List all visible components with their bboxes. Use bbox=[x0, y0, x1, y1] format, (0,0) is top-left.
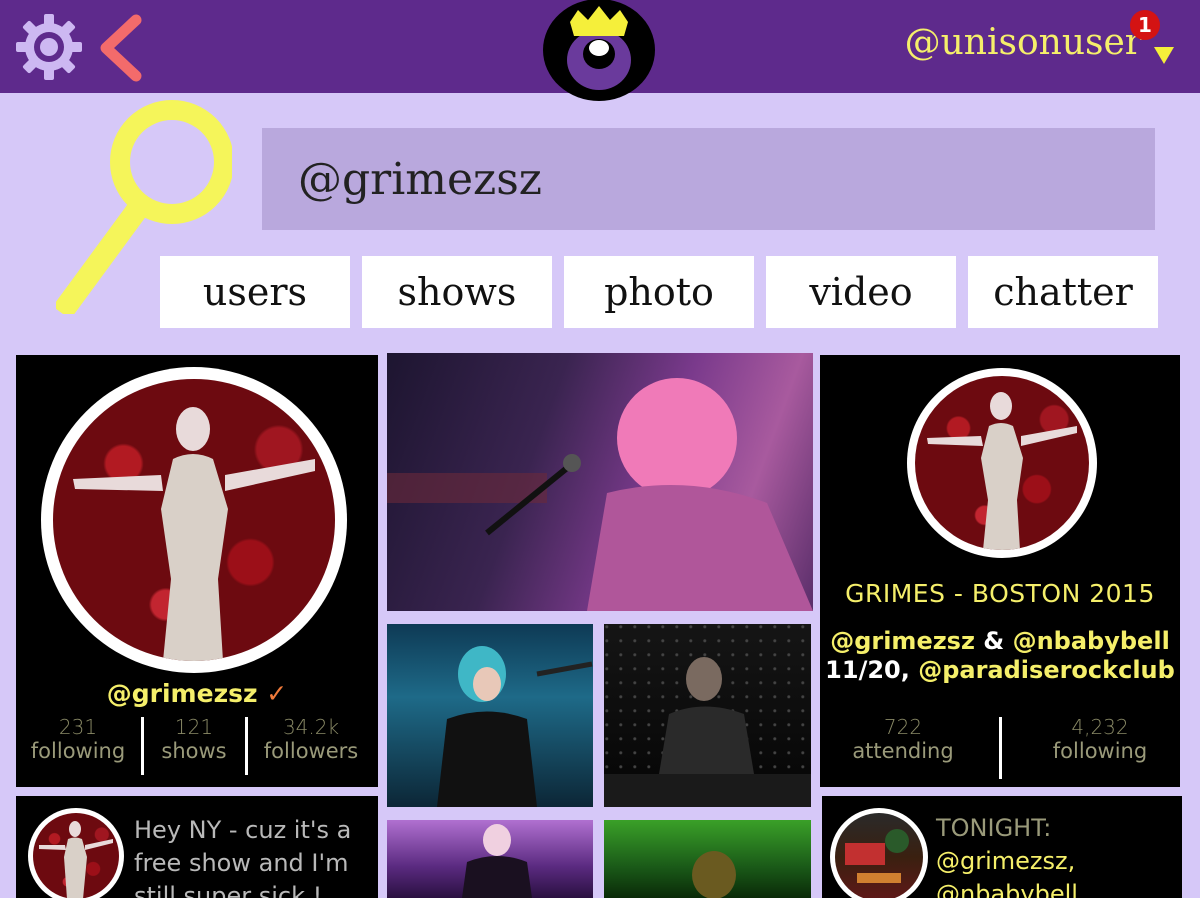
stat-event-following[interactable]: 4,232 following bbox=[1030, 715, 1170, 763]
event-card[interactable]: GRIMES - BOSTON 2015 @grimezsz & @nbabyb… bbox=[820, 355, 1180, 787]
photo-performance-3[interactable] bbox=[387, 820, 593, 898]
username-menu[interactable]: @unisonuser bbox=[905, 22, 1142, 63]
top-bar: @unisonuser 1 bbox=[0, 0, 1200, 101]
stat-label: attending bbox=[852, 739, 954, 763]
stat-label: following bbox=[1052, 739, 1148, 763]
profile-handle-row[interactable]: @grimezsz ✓ bbox=[16, 679, 378, 708]
photo-content bbox=[387, 378, 813, 611]
photo-content bbox=[604, 657, 811, 807]
tab-photo[interactable]: photo bbox=[564, 256, 754, 328]
user-profile-card[interactable]: @grimezsz ✓ 231 following 121 shows 34.2… bbox=[16, 355, 378, 787]
photo-content bbox=[692, 851, 736, 898]
search-query: @grimezsz bbox=[298, 153, 542, 205]
event-performers: @grimezsz & @nbabybell bbox=[820, 627, 1180, 655]
post-line: free show and I'm bbox=[134, 849, 349, 877]
post-text: TONIGHT: @grimezsz, @nbabybell bbox=[936, 812, 1078, 898]
tab-users[interactable]: users bbox=[160, 256, 350, 328]
stat-label: shows bbox=[161, 739, 227, 763]
photo-performance-2[interactable] bbox=[604, 624, 811, 807]
stat-value: 231 bbox=[58, 715, 98, 739]
avatar bbox=[53, 379, 335, 661]
search-input[interactable]: @grimezsz bbox=[262, 128, 1155, 230]
event-post-card[interactable]: TONIGHT: @grimezsz, @nbabybell bbox=[822, 796, 1182, 898]
photo-performance-large[interactable] bbox=[387, 353, 813, 611]
post-line-handle[interactable]: @nbabybell bbox=[936, 878, 1078, 898]
divider bbox=[245, 717, 248, 775]
photo-content bbox=[462, 824, 532, 898]
stat-label: followers bbox=[263, 739, 359, 763]
divider bbox=[999, 717, 1002, 779]
chatter-post-card[interactable]: Hey NY - cuz it's a free show and I'm st… bbox=[16, 796, 378, 898]
post-line-handle[interactable]: @grimezsz, bbox=[936, 845, 1078, 878]
post-line: still super sick ! bbox=[134, 882, 323, 898]
event-title[interactable]: GRIMES - BOSTON 2015 bbox=[820, 579, 1180, 608]
stat-label: following bbox=[30, 739, 126, 763]
photo-performance-4[interactable] bbox=[604, 820, 811, 898]
venue-sign bbox=[845, 829, 909, 883]
chevron-left-icon[interactable] bbox=[96, 12, 146, 82]
photo-content bbox=[437, 646, 593, 807]
stat-attending[interactable]: 722 attending bbox=[838, 715, 968, 763]
stat-value: 121 bbox=[174, 715, 214, 739]
post-line: Hey NY - cuz it's a bbox=[134, 816, 352, 844]
stat-shows[interactable]: 121 shows bbox=[148, 715, 240, 763]
venue-avatar bbox=[835, 813, 923, 898]
avatar-figure bbox=[39, 821, 113, 898]
tab-chatter[interactable]: chatter bbox=[968, 256, 1158, 328]
stat-value: 34.2k bbox=[282, 715, 340, 739]
gear-icon[interactable] bbox=[14, 12, 84, 82]
stat-value: 4,232 bbox=[1071, 715, 1129, 739]
event-avatar bbox=[915, 376, 1089, 550]
post-line: TONIGHT: bbox=[936, 814, 1052, 842]
ampersand: & bbox=[983, 627, 1005, 655]
verified-icon: ✓ bbox=[266, 679, 288, 708]
avatar-figure bbox=[927, 392, 1077, 550]
search-filter-tabs: users shows photo video chatter bbox=[160, 256, 1158, 328]
post-text: Hey NY - cuz it's a free show and I'm st… bbox=[134, 814, 351, 898]
avatar-figure bbox=[73, 407, 315, 661]
tab-video[interactable]: video bbox=[766, 256, 956, 328]
stat-value: 722 bbox=[883, 715, 923, 739]
stat-followers[interactable]: 34.2k followers bbox=[252, 715, 370, 763]
venue-handle[interactable]: @paradiserockclub bbox=[918, 656, 1175, 684]
post-avatar bbox=[33, 813, 119, 898]
stat-following[interactable]: 231 following bbox=[26, 715, 130, 763]
event-date: 11/20, bbox=[825, 656, 910, 684]
photo-performance-1[interactable] bbox=[387, 624, 593, 807]
profile-handle[interactable]: @grimezsz bbox=[107, 679, 258, 708]
performer-handle[interactable]: @grimezsz bbox=[830, 627, 975, 655]
caret-down-icon[interactable] bbox=[1152, 44, 1176, 66]
divider bbox=[141, 717, 144, 775]
notification-badge[interactable]: 1 bbox=[1130, 10, 1160, 40]
event-date-venue: 11/20, @paradiserockclub bbox=[820, 656, 1180, 684]
tab-shows[interactable]: shows bbox=[362, 256, 552, 328]
performer-handle[interactable]: @nbabybell bbox=[1013, 627, 1170, 655]
crown-logo[interactable] bbox=[542, 0, 656, 102]
